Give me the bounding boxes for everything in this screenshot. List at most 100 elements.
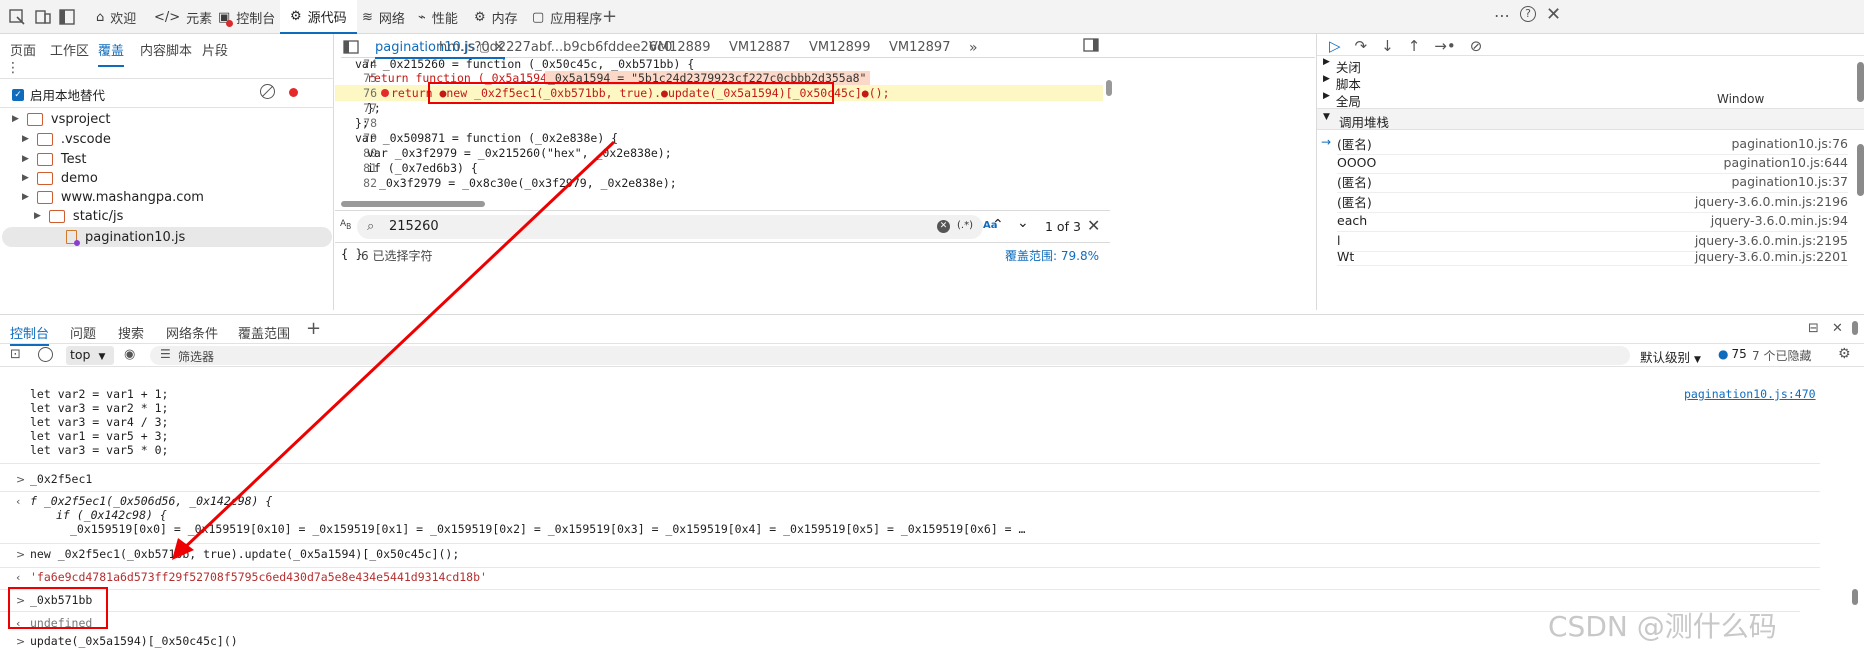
- regex-toggle[interactable]: (.*): [957, 220, 973, 231]
- sidebar-toggle-icon[interactable]: ⊡: [10, 347, 21, 362]
- editor-vscroll[interactable]: [1103, 58, 1113, 200]
- inline-breakpoint-icon[interactable]: [381, 89, 389, 97]
- sidebar-scrollbar[interactable]: [1857, 144, 1864, 196]
- close-devtools-icon[interactable]: ✕: [1546, 4, 1561, 25]
- message-count[interactable]: ● 75: [1718, 347, 1747, 361]
- close-search-icon[interactable]: ✕: [1087, 216, 1100, 235]
- drawer-tab-search[interactable]: 搜索: [118, 323, 144, 342]
- console-command[interactable]: _0xb571bb: [30, 593, 92, 607]
- console-command[interactable]: new _0x2f5ec1(_0xb571bb, true).update(_0…: [30, 547, 459, 561]
- editor-tab-vm12887[interactable]: VM12887: [729, 40, 790, 55]
- step-into-icon[interactable]: ↓: [1381, 37, 1394, 55]
- code-line-77: };: [367, 101, 381, 115]
- more-icon[interactable]: ⋯: [1494, 6, 1510, 25]
- dock-icon[interactable]: [58, 8, 76, 26]
- tab-console[interactable]: ▣ 控制台: [210, 0, 283, 34]
- tab-welcome[interactable]: ⌂ 欢迎: [88, 0, 144, 34]
- log-source-link[interactable]: pagination10.js:470: [1684, 387, 1816, 401]
- callstack-header[interactable]: ▼ 调用堆栈: [1317, 108, 1864, 130]
- debugger-controls: ▷ ↷ ↓ ↑ →• ⊘: [1329, 36, 1482, 56]
- console-result-string[interactable]: 'fa6e9cd4781a6d573ff29f52708f5795c6ed430…: [30, 570, 487, 584]
- close-drawer-icon[interactable]: ✕: [1832, 321, 1843, 336]
- clear-overrides-icon[interactable]: [260, 84, 275, 99]
- editor-tab-hm-label[interactable]: hm.js?0d2227abf...b9cb6fddee26c0: [439, 40, 672, 55]
- divider: [0, 543, 1820, 544]
- enable-overrides-checkbox[interactable]: ✓: [12, 88, 24, 101]
- inspect-icon[interactable]: [8, 8, 26, 26]
- resume-icon[interactable]: ▷: [1329, 37, 1341, 55]
- tab-performance[interactable]: ⌁ 性能: [410, 0, 466, 34]
- live-expression-eye-icon[interactable]: ◉: [124, 347, 135, 362]
- hidden-count[interactable]: 7 个已隐藏: [1752, 347, 1811, 364]
- code-icon: </>: [154, 9, 181, 25]
- deactivate-breakpoints-icon[interactable]: ⊘: [1470, 37, 1483, 55]
- context-selector[interactable]: top ▼: [66, 346, 114, 365]
- code-line-79: var _0x509871 = function (_0x2e838e) {: [355, 131, 619, 145]
- nav-tab-workspace[interactable]: 工作区: [50, 40, 89, 59]
- breakpoint-marker[interactable]: [289, 88, 298, 97]
- more-vert-icon[interactable]: ⋮: [6, 60, 20, 76]
- clear-search-icon[interactable]: ✕: [937, 220, 950, 233]
- editor-tab-vm12899[interactable]: VM12899: [809, 40, 870, 55]
- console-scrollbar-thumb[interactable]: [1852, 589, 1858, 605]
- tab-sources[interactable]: ⚙ 源代码: [280, 0, 357, 34]
- console-filter-input[interactable]: ☰ 筛选器: [150, 346, 1630, 365]
- coverage-status[interactable]: 覆盖范围: 79.8%: [1005, 247, 1099, 264]
- console-settings-gear-icon[interactable]: ⚙: [1838, 346, 1851, 362]
- console-command[interactable]: _0x2f5ec1: [30, 472, 92, 486]
- replace-toggle-icon[interactable]: AB: [340, 219, 351, 231]
- tree-item-vsproject[interactable]: ▶ vsproject: [12, 108, 111, 130]
- console-scrollbar-top[interactable]: [1852, 321, 1858, 335]
- line-number[interactable]: 82: [335, 176, 377, 190]
- pretty-print-button[interactable]: { }: [341, 247, 363, 261]
- line-number[interactable]: 76: [335, 86, 377, 100]
- output-return-icon: ‹: [16, 617, 21, 630]
- chevron-down-icon[interactable]: ⌄: [1017, 215, 1029, 231]
- caret-right-icon: ▶: [22, 154, 29, 164]
- nav-tab-overrides[interactable]: 覆盖: [98, 40, 125, 67]
- device-toolbar-icon[interactable]: [34, 8, 52, 26]
- toggle-debugger-icon[interactable]: [1083, 38, 1099, 52]
- tree-item-vscode[interactable]: ▶ .vscode: [22, 128, 111, 150]
- toggle-navigator-icon[interactable]: [343, 40, 359, 54]
- sidebar-scrollbar[interactable]: [1857, 62, 1864, 102]
- tree-item-pagination10[interactable]: pagination10.js: [66, 226, 185, 248]
- editor-tab-vm12897[interactable]: VM12897: [889, 40, 950, 55]
- tree-item-static-js[interactable]: ▶ static/js: [34, 205, 123, 227]
- add-drawer-tab-icon[interactable]: +: [306, 318, 321, 339]
- nav-tab-page[interactable]: 页面: [10, 40, 36, 59]
- nav-tab-snippets[interactable]: 片段: [202, 40, 228, 59]
- add-tab-icon[interactable]: +: [602, 6, 617, 27]
- drawer-tab-network-conditions[interactable]: 网络条件: [166, 323, 218, 342]
- drawer-tab-issues[interactable]: 问题: [70, 323, 96, 342]
- dock-drawer-icon[interactable]: ⊟: [1808, 321, 1819, 336]
- tab-memory[interactable]: ⚙ 内存: [466, 0, 526, 34]
- nav-tab-content-scripts[interactable]: 内容脚本: [140, 40, 192, 59]
- callstack-frame[interactable]: Wt jquery-3.6.0.min.js:2201: [1337, 248, 1848, 266]
- chevron-up-icon[interactable]: ⌃: [992, 217, 1004, 233]
- step-over-icon[interactable]: ↷: [1355, 37, 1368, 55]
- drawer-tab-coverage[interactable]: 覆盖范围: [238, 323, 290, 342]
- console-result-function[interactable]: f _0x2f5ec1(_0x506d56, _0x142c98) {: [30, 494, 272, 508]
- console-log-line: let var3 = var2 * 1;: [30, 401, 169, 415]
- tab-application[interactable]: ▢ 应用程序: [524, 0, 610, 34]
- log-level-selector[interactable]: 默认级别 ▼: [1640, 347, 1701, 366]
- editor-hscroll[interactable]: [335, 200, 1095, 208]
- dropdown-arrow-icon: ▼: [1694, 355, 1701, 365]
- code-line-74: var _0x215260 = function (_0x50c45c, _0x…: [355, 57, 695, 71]
- step-icon[interactable]: →•: [1434, 37, 1455, 55]
- folder-icon: [36, 152, 53, 166]
- step-out-icon[interactable]: ↑: [1408, 37, 1421, 55]
- help-icon[interactable]: ?: [1520, 6, 1536, 22]
- divider: [0, 491, 1820, 492]
- more-tabs-icon[interactable]: »: [969, 40, 978, 56]
- source-editor-panel: pagination10.js ▢ ✕ hm.js?0d2227abf...b9…: [289, 34, 1315, 310]
- clear-console-icon[interactable]: [38, 347, 53, 362]
- application-icon: ▢: [532, 9, 545, 25]
- console-input[interactable]: update(_0x5a1594)[_0x50c45c](): [30, 634, 238, 648]
- folder-icon: [48, 209, 65, 223]
- search-input[interactable]: ⌕ 215260 ✕ (.*) Aa: [357, 215, 998, 239]
- console-result-line: if (_0x142c98) {: [56, 508, 167, 522]
- tab-network[interactable]: ≋ 网络: [354, 0, 413, 34]
- editor-tab-vm12889[interactable]: VM12889: [649, 40, 710, 55]
